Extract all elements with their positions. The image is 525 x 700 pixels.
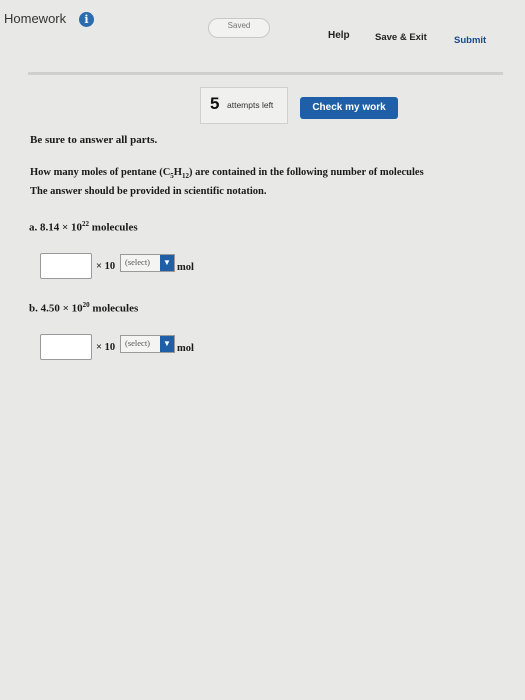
check-my-work-button[interactable]: Check my work <box>300 97 398 119</box>
part-b-exponent-select[interactable]: (select) ▼ <box>120 335 175 353</box>
help-link[interactable]: Help <box>328 30 350 41</box>
part-b-label: b. 4.50 × 1020 molecules <box>29 301 139 315</box>
header-divider <box>28 72 503 75</box>
dropdown-arrow-icon[interactable]: ▼ <box>160 336 174 352</box>
part-b-unit: mol <box>177 343 194 354</box>
instruction-text: Be sure to answer all parts. <box>30 134 158 146</box>
part-a-times-ten: × 10 <box>96 261 116 272</box>
attempts-label: attempts left <box>227 100 274 110</box>
attempts-count: 5 <box>210 94 220 113</box>
top-bar: Homework i Saved Help Save & Exit Submit <box>0 0 525 60</box>
part-a-select-value: (select) <box>125 257 151 267</box>
part-a-label: a. 8.14 × 1022 molecules <box>29 220 138 234</box>
part-a-answer-input[interactable] <box>40 253 92 279</box>
dropdown-arrow-icon[interactable]: ▼ <box>160 255 174 271</box>
question-line-2: The answer should be provided in scienti… <box>30 186 267 198</box>
saved-status-badge: Saved <box>208 18 270 38</box>
info-icon[interactable]: i <box>79 12 94 27</box>
save-exit-link[interactable]: Save & Exit <box>375 32 427 43</box>
part-a-exponent-select[interactable]: (select) ▼ <box>120 254 175 272</box>
part-b-times-ten: × 10 <box>96 342 116 353</box>
attempts-counter: 5 attempts left <box>200 87 288 124</box>
part-b-answer-input[interactable] <box>40 334 92 360</box>
part-b-select-value: (select) <box>125 338 151 348</box>
app-title: Homework <box>4 11 67 26</box>
question-text: How many moles of pentane (C5H12) are co… <box>30 165 520 200</box>
part-a-unit: mol <box>177 262 194 273</box>
submit-link[interactable]: Submit <box>454 35 486 46</box>
question-line-1: How many moles of pentane (C5H12) are co… <box>30 167 424 181</box>
saved-label: Saved <box>227 21 251 30</box>
